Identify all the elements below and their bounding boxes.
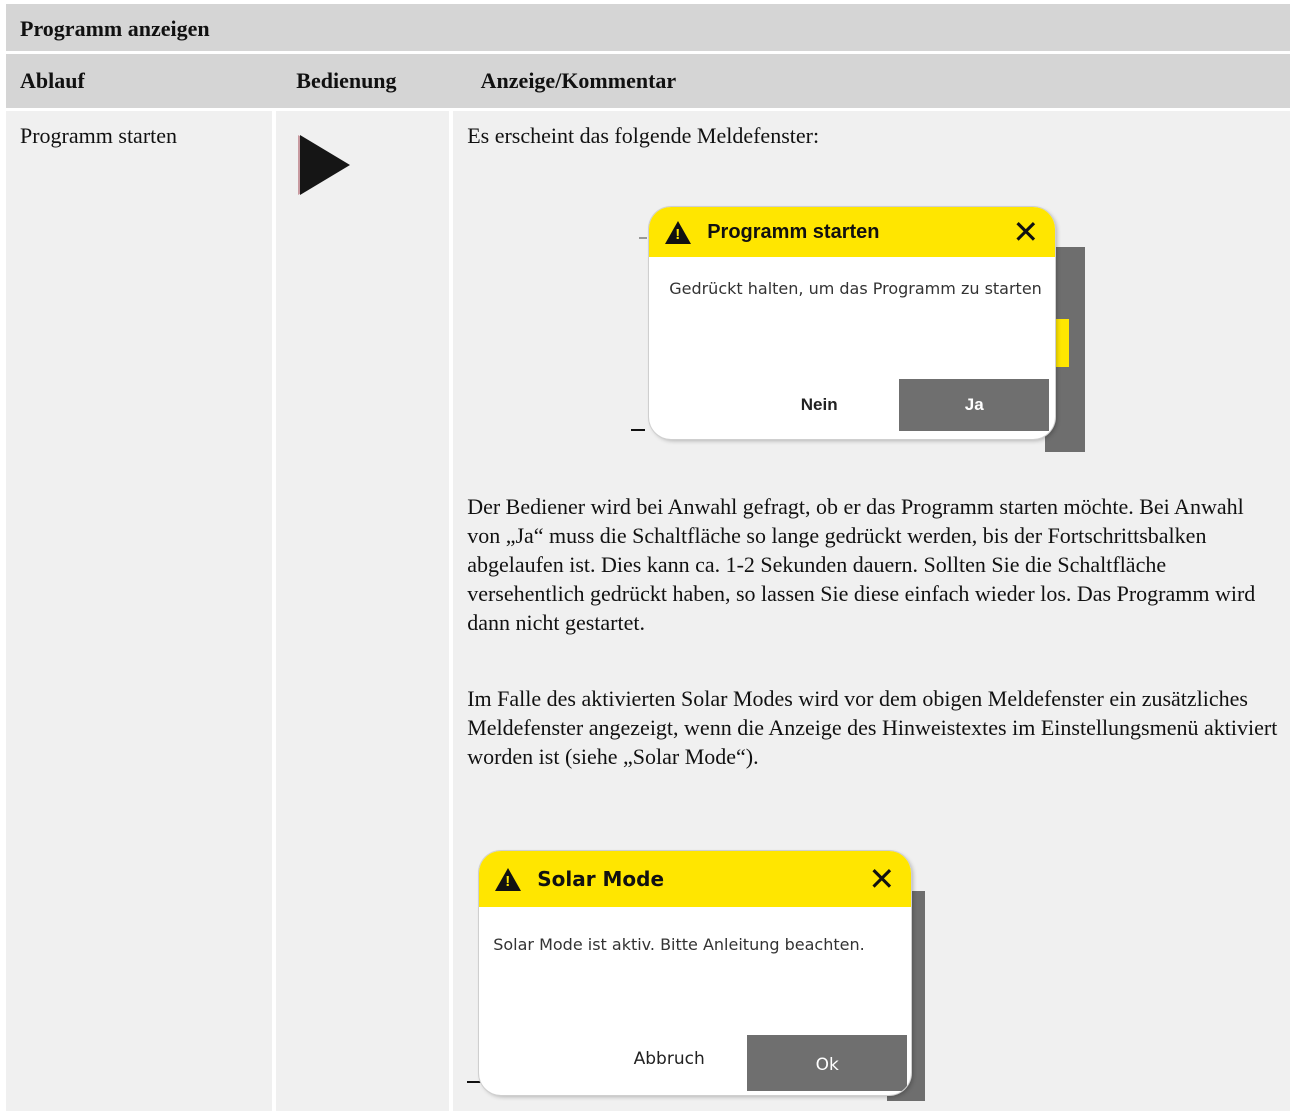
table-header-row: Ablauf Bedienung Anzeige/Kommentar [6, 54, 1290, 108]
header-ablauf: Ablauf [6, 54, 269, 108]
cell-comment: Es erscheint das folgende Meldefenster: … [453, 111, 1290, 1111]
solar-dialog-title: Solar Mode [537, 867, 665, 891]
intro-text: Es erscheint das folgende Meldefenster: [467, 123, 820, 148]
start-dialog-header: Programm starten ✕ [649, 207, 1056, 257]
header-anzeige: Anzeige/Kommentar [466, 54, 1290, 108]
step-label: Programm starten [20, 123, 178, 148]
table-row: Programm starten Es erscheint das folgen… [6, 111, 1290, 1111]
close-icon[interactable]: ✕ [1012, 216, 1039, 248]
cancel-button[interactable]: Abbruch [589, 1041, 749, 1077]
start-dialog-message: Gedrückt halten, um das Programm zu star… [669, 279, 1042, 298]
solar-dialog-header: Solar Mode ✕ [479, 851, 912, 907]
warning-icon [495, 867, 522, 891]
paragraph-solar-mode: Im Falle des aktivierten Solar Modes wir… [467, 686, 1278, 769]
paragraph-confirmation: Der Bediener wird bei Anwahl gefragt, ob… [467, 494, 1256, 635]
warning-icon [665, 220, 692, 244]
yes-button[interactable]: Ja [899, 379, 1050, 431]
cell-control [276, 111, 450, 1111]
solar-dialog: Solar Mode ✕ Solar Mode ist aktiv. Bitte… [479, 851, 912, 1095]
document-table: Programm anzeigen Ablauf Bedienung Anzei… [6, 4, 1290, 1111]
close-icon[interactable]: ✕ [868, 863, 895, 895]
play-icon[interactable] [300, 135, 351, 195]
solar-dialog-screenshot: Solar Mode ✕ Solar Mode ist aktiv. Bitte… [467, 851, 947, 1111]
ok-button[interactable]: Ok [747, 1035, 908, 1091]
cell-step: Programm starten [6, 111, 273, 1111]
header-bedienung: Bedienung [282, 54, 453, 108]
start-dialog-screenshot: Programm starten ✕ Gedrückt halten, um d… [631, 207, 1089, 457]
start-dialog-title: Programm starten [707, 220, 880, 243]
start-dialog: Programm starten ✕ Gedrückt halten, um d… [649, 207, 1056, 439]
solar-dialog-message: Solar Mode ist aktiv. Bitte Anleitung be… [493, 935, 865, 954]
table-title: Programm anzeigen [6, 4, 1290, 54]
no-button[interactable]: Nein [749, 379, 889, 431]
